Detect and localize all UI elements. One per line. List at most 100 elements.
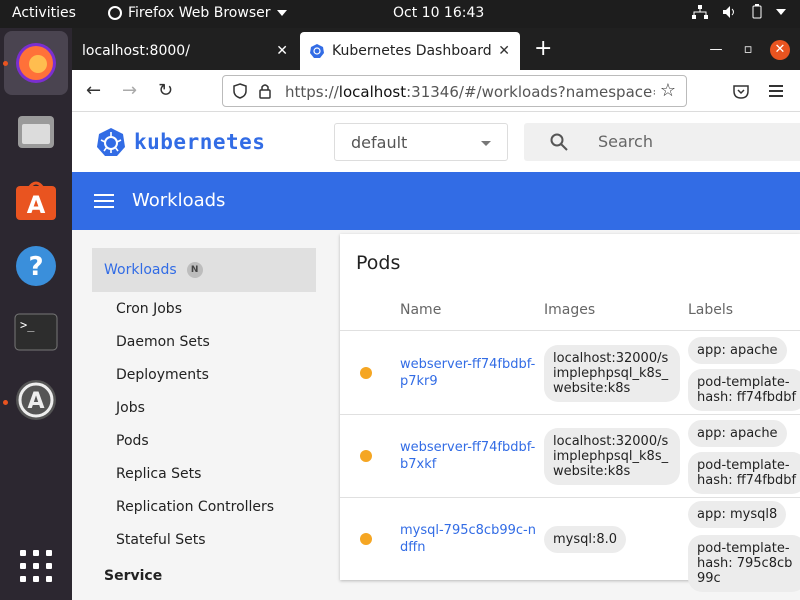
system-top-bar: Activities Firefox Web Browser Oct 10 16…	[0, 0, 800, 28]
search-placeholder: Search	[598, 132, 653, 151]
status-pending-icon	[360, 367, 372, 379]
app-menu-label: Firefox Web Browser	[128, 5, 271, 21]
chevron-down-icon	[276, 10, 287, 16]
table-row: webserver-ff74fbdbf-b7xkf localhost:3200…	[340, 414, 800, 497]
software-updater-icon: A	[16, 380, 56, 420]
search-input[interactable]: Search	[524, 123, 800, 161]
help-icon: ?	[16, 246, 56, 286]
sidenav-item-daemon-sets[interactable]: Daemon Sets	[92, 325, 316, 358]
system-tray[interactable]	[692, 4, 786, 19]
software-store-icon: A	[16, 181, 56, 220]
sidenav-item-pods[interactable]: Pods	[92, 424, 316, 457]
search-icon	[550, 133, 568, 151]
k8s-header: kubernetes default Search	[72, 112, 800, 172]
table-row: mysql-795c8cb99c-ndffn mysql:8.0 app: my…	[340, 497, 800, 592]
browser-navbar: ← → ↻ https://localhost:31346/#/workload…	[72, 70, 800, 112]
sidenav-workloads[interactable]: Workloads N	[92, 248, 316, 292]
tab-localhost[interactable]: localhost:8000/ ✕	[72, 32, 298, 70]
label-chip: pod-template-hash: ff74fbdbf	[688, 369, 800, 411]
pod-name-link[interactable]: webserver-ff74fbdbf-b7xkf	[400, 439, 540, 473]
svg-text:?: ?	[28, 252, 43, 282]
dock-help[interactable]: ?	[4, 234, 68, 298]
browser-tab-strip: localhost:8000/ ✕ Kubernetes Dashboard ✕…	[72, 28, 800, 70]
new-tab-button[interactable]: +	[534, 36, 552, 61]
page-toolbar: Workloads	[72, 172, 800, 230]
show-applications-button[interactable]	[4, 534, 68, 598]
namespaced-badge: N	[186, 262, 203, 278]
label-chip: app: apache	[688, 420, 787, 447]
label-chip: pod-template-hash: 795c8cb99c	[688, 535, 800, 592]
label-chip: app: apache	[688, 337, 787, 364]
files-icon	[18, 116, 54, 148]
dock-terminal[interactable]: >_	[4, 300, 68, 364]
menu-icon[interactable]	[769, 85, 783, 97]
chevron-down-icon	[776, 8, 786, 15]
minimize-icon[interactable]: —	[706, 40, 726, 60]
firefox-icon	[108, 6, 122, 20]
volume-icon	[723, 5, 734, 18]
column-header-labels: Labels	[688, 302, 734, 318]
label-chip: app: mysql8	[688, 501, 787, 528]
app-menu[interactable]: Firefox Web Browser	[108, 5, 287, 21]
reload-icon[interactable]: ↻	[158, 80, 173, 101]
sidenav-item-replica-sets[interactable]: Replica Sets	[92, 457, 316, 490]
sidenav-section-service[interactable]: Service	[92, 556, 316, 596]
tab-label: localhost:8000/	[82, 43, 190, 59]
sidenav-item-replication-controllers[interactable]: Replication Controllers	[92, 490, 316, 523]
svg-text:>_: >_	[20, 318, 35, 332]
sidenav-item-cron-jobs[interactable]: Cron Jobs	[92, 292, 316, 325]
image-chip: localhost:32000/simplephpsql_k8s_website…	[544, 428, 680, 485]
sidenav-item-stateful-sets[interactable]: Stateful Sets	[92, 523, 316, 556]
activities-button[interactable]: Activities	[12, 5, 76, 21]
dropdown-arrow-icon	[481, 141, 491, 146]
url-bar[interactable]: https://localhost:31346/#/workloads?name…	[222, 75, 687, 107]
clock[interactable]: Oct 10 16:43	[393, 5, 484, 21]
status-pending-icon	[360, 533, 372, 545]
pod-name-link[interactable]: mysql-795c8cb99c-ndffn	[400, 522, 540, 556]
kubernetes-logo[interactable]: kubernetes	[96, 127, 265, 157]
label-chip: pod-template-hash: ff74fbdbf	[688, 452, 800, 494]
close-window-icon[interactable]: ✕	[770, 40, 790, 60]
page-title: Workloads	[132, 190, 226, 211]
status-pending-icon	[360, 450, 372, 462]
close-icon[interactable]: ✕	[498, 43, 510, 59]
dock-updater[interactable]: A	[4, 368, 68, 432]
sidenav-item-deployments[interactable]: Deployments	[92, 358, 316, 391]
maximize-icon[interactable]: ▫	[738, 40, 758, 60]
hamburger-menu-icon[interactable]	[94, 194, 114, 208]
sidenav-workloads-label: Workloads	[104, 262, 177, 278]
image-chip: localhost:32000/simplephpsql_k8s_website…	[544, 345, 680, 402]
sidenav-item-jobs[interactable]: Jobs	[92, 391, 316, 424]
pod-name-link[interactable]: webserver-ff74fbdbf-p7kr9	[400, 356, 540, 390]
terminal-icon: >_	[14, 313, 58, 351]
running-indicator	[3, 400, 8, 405]
column-header-name[interactable]: Name	[400, 302, 441, 318]
dock-files[interactable]	[4, 100, 68, 164]
namespace-select[interactable]: default	[334, 123, 508, 161]
bookmark-star-icon[interactable]: ☆	[660, 80, 676, 101]
close-icon[interactable]: ✕	[276, 43, 288, 59]
kubernetes-icon	[310, 44, 324, 58]
dock-firefox[interactable]	[4, 31, 68, 95]
tab-kubernetes-dashboard[interactable]: Kubernetes Dashboard ✕	[300, 32, 520, 70]
app-grid-icon	[20, 550, 52, 582]
shield-icon	[233, 83, 247, 99]
card-title: Pods	[356, 252, 401, 274]
dock-software[interactable]: A	[4, 168, 68, 232]
forward-icon[interactable]: →	[122, 80, 137, 101]
url-text: https://localhost:31346/#/workloads?name…	[285, 83, 655, 101]
svg-text:A: A	[27, 389, 44, 414]
back-icon[interactable]: ←	[86, 80, 101, 101]
running-indicator	[3, 61, 8, 66]
tab-label: Kubernetes Dashboard	[332, 43, 492, 59]
pocket-icon[interactable]	[733, 85, 749, 99]
dock: A ? >_ A	[0, 28, 72, 600]
logo-text: kubernetes	[134, 130, 266, 154]
svg-text:A: A	[27, 191, 46, 219]
battery-icon	[752, 4, 762, 19]
column-header-images: Images	[544, 302, 596, 318]
firefox-icon	[16, 43, 56, 83]
kubernetes-icon	[97, 128, 125, 156]
pods-card: Pods Name Images Labels webserver-ff74fb…	[340, 234, 800, 592]
network-icon	[692, 4, 708, 19]
